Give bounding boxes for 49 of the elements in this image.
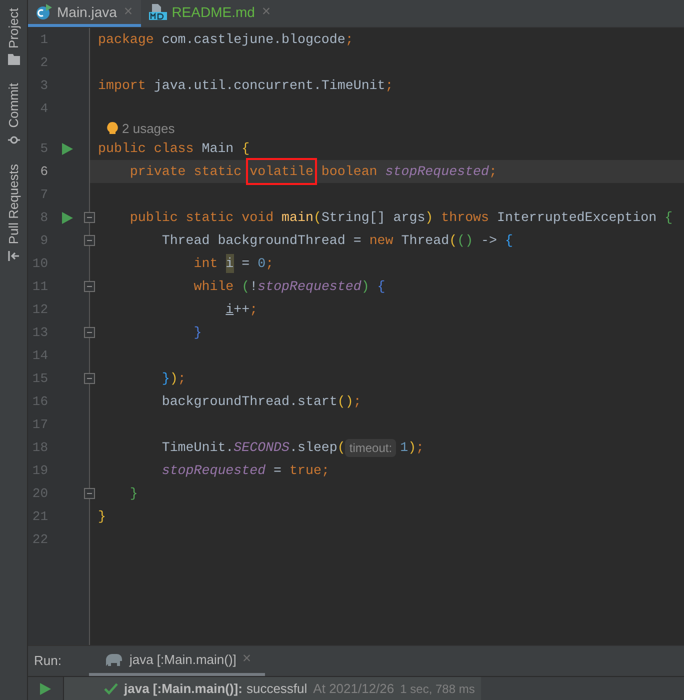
folder-icon bbox=[8, 54, 20, 66]
fold-marker-icon[interactable] bbox=[84, 235, 95, 246]
editor-tab[interactable]: README.md × bbox=[140, 0, 279, 27]
task-duration: 1 sec, 788 ms bbox=[400, 680, 475, 698]
code-line: i++; bbox=[224, 300, 258, 319]
code-line: backgroundThread.start(); bbox=[160, 392, 362, 411]
run-icon[interactable] bbox=[62, 212, 73, 224]
run-panel-title: Run: bbox=[33, 652, 62, 670]
tab-label: README.md bbox=[172, 2, 255, 22]
commit-icon bbox=[8, 134, 20, 146]
run-tab-label: java [:Main.main()] bbox=[129, 650, 236, 669]
code-line: } bbox=[98, 508, 106, 526]
code-line: TimeUnit.SECONDS.sleep( timeout: 1); bbox=[160, 438, 424, 458]
code-line: }); bbox=[160, 370, 186, 388]
fold-marker-icon[interactable] bbox=[84, 281, 95, 292]
task-status: successful bbox=[246, 680, 308, 698]
code-line: package com.castlejune.blogcode; bbox=[98, 30, 354, 49]
fold-marker-icon[interactable] bbox=[84, 212, 95, 223]
fold-marker-icon[interactable] bbox=[84, 327, 95, 338]
code-line: public class Main { bbox=[98, 140, 250, 158]
code-line: public static void main(String[] args) throws InterruptedException { bbox=[128, 208, 673, 227]
run-icon[interactable] bbox=[62, 142, 73, 154]
code-line: while (!stopRequested) { bbox=[192, 278, 386, 296]
build-result-row[interactable]: java [:Main.main()]: successful At 2021/12/26 1 sec, 788 ms bbox=[64, 677, 481, 700]
code-line: import java.util.concurrent.TimeUnit; bbox=[98, 76, 394, 95]
class-file-icon bbox=[36, 4, 52, 20]
code-line: stopRequested = true; bbox=[160, 462, 330, 480]
fold-marker-icon[interactable] bbox=[84, 488, 95, 499]
code-line: int i = 0; bbox=[98, 252, 274, 275]
code-line: private static volatile boolean stopRequested; bbox=[98, 160, 497, 183]
fold-marker-icon[interactable] bbox=[84, 373, 95, 384]
code-line: } bbox=[128, 484, 138, 503]
pull-request-icon bbox=[8, 250, 20, 262]
run-icon[interactable] bbox=[40, 682, 51, 694]
usages-hint[interactable]: 2 usages bbox=[122, 118, 175, 138]
tool-window-button[interactable]: Commit bbox=[4, 83, 24, 128]
check-icon bbox=[104, 682, 118, 694]
tool-window-button[interactable]: Pull Requests bbox=[4, 164, 24, 244]
line-number: 6 bbox=[39, 162, 48, 181]
task-name: java [:Main.main()]: bbox=[124, 680, 242, 698]
code-line: } bbox=[192, 324, 202, 342]
task-timestamp: At 2021/12/26 bbox=[313, 680, 394, 698]
lightbulb-icon[interactable] bbox=[107, 122, 118, 136]
code-line: Thread backgroundThread = new Thread(() -> { bbox=[160, 232, 513, 250]
elephant-icon bbox=[103, 652, 124, 666]
tool-window-button[interactable]: Project bbox=[4, 8, 24, 48]
tab-label: Main.java bbox=[57, 2, 117, 22]
markdown-file-icon bbox=[148, 4, 167, 20]
editor-tab[interactable]: Main.java × bbox=[28, 0, 141, 27]
